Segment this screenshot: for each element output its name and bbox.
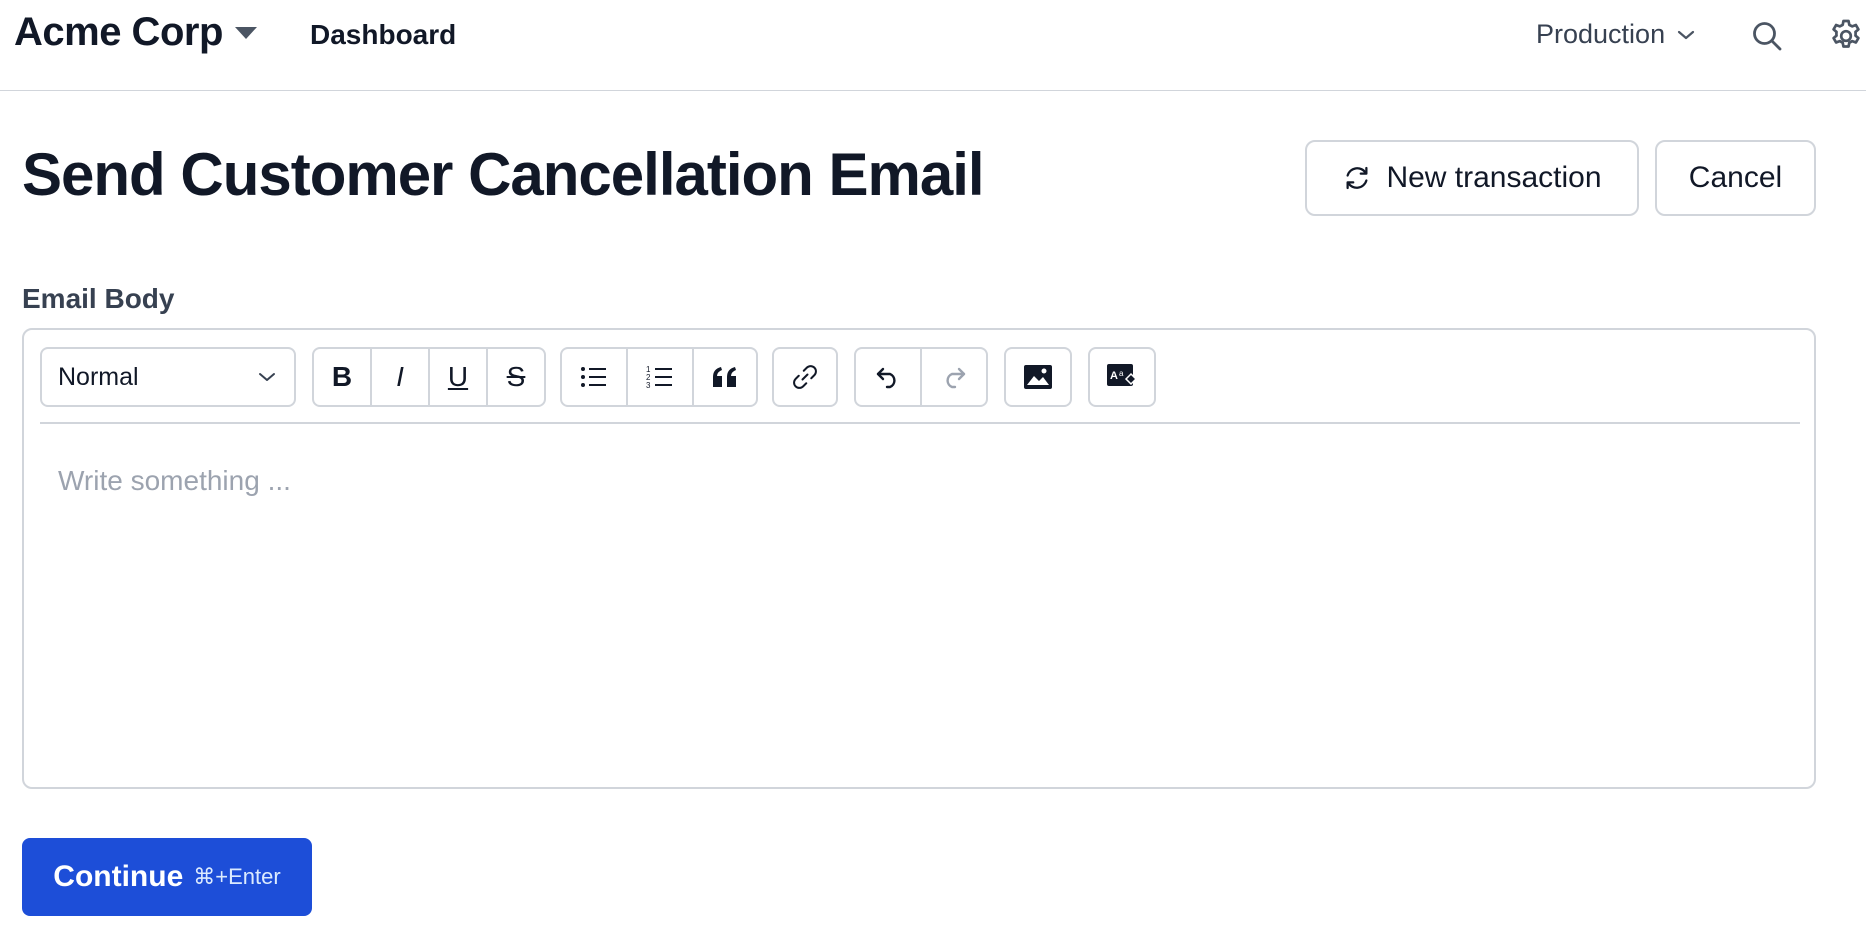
- numbered-list-button[interactable]: 1 2 3: [628, 349, 694, 405]
- numbered-list-icon: 1 2 3: [646, 365, 672, 390]
- email-body-editor[interactable]: [40, 430, 1800, 775]
- undo-icon: [876, 367, 896, 389]
- environment-label: Production: [1536, 19, 1666, 49]
- new-transaction-button[interactable]: New transaction: [1305, 140, 1639, 216]
- page-title: Send Customer Cancellation Email: [22, 141, 985, 208]
- chevron-down-icon: [259, 373, 275, 381]
- redo-button[interactable]: [922, 349, 986, 405]
- continue-label: Continue: [53, 860, 184, 893]
- history-group: [854, 347, 988, 407]
- rich-text-editor: Normal B I U S 1 2 3 A a Write something…: [22, 328, 1816, 789]
- image-icon: [1024, 365, 1052, 389]
- caret-down-icon: [234, 26, 257, 39]
- top-navigation-bar: Acme Corp Dashboard Production: [0, 0, 1866, 91]
- link-group: [772, 347, 838, 407]
- search-icon: [1753, 22, 1782, 51]
- block-format-group: 1 2 3: [560, 347, 758, 407]
- italic-button[interactable]: I: [372, 349, 430, 405]
- editor-toolbar: Normal B I U S 1 2 3 A a: [40, 347, 1800, 424]
- continue-button[interactable]: Continue ⌘+Enter: [22, 838, 312, 916]
- nav-dashboard-link[interactable]: Dashboard: [310, 19, 456, 51]
- gear-icon: [1832, 19, 1860, 48]
- blockquote-icon: [713, 367, 736, 387]
- link-icon: [793, 365, 817, 389]
- strikethrough-button[interactable]: S: [488, 349, 544, 405]
- search-button[interactable]: [1748, 17, 1786, 55]
- variable-group: A a: [1088, 347, 1156, 407]
- settings-button[interactable]: [1826, 16, 1866, 56]
- bullet-list-button[interactable]: [562, 349, 628, 405]
- org-switcher[interactable]: Acme Corp: [14, 10, 257, 55]
- inline-format-group: B I U S: [312, 347, 546, 407]
- org-name: Acme Corp: [14, 10, 223, 54]
- environment-selector[interactable]: Production: [1536, 19, 1695, 50]
- email-body-label: Email Body: [22, 283, 175, 314]
- continue-shortcut: ⌘+Enter: [193, 864, 281, 889]
- svg-text:a: a: [1119, 369, 1124, 378]
- chevron-down-icon: [1677, 30, 1695, 39]
- text-format-value: Normal: [58, 362, 139, 391]
- underline-button[interactable]: U: [430, 349, 488, 405]
- bullet-list-icon: [581, 367, 606, 387]
- link-button[interactable]: [774, 349, 836, 405]
- svg-text:3: 3: [646, 381, 651, 390]
- editor-placeholder: Write something ...: [58, 465, 291, 496]
- image-group: [1004, 347, 1072, 407]
- text-format-select[interactable]: Normal: [40, 347, 296, 407]
- refresh-icon: [1346, 166, 1368, 190]
- redo-icon: [946, 367, 966, 389]
- undo-button[interactable]: [856, 349, 922, 405]
- new-transaction-label: New transaction: [1386, 161, 1602, 194]
- cancel-button[interactable]: Cancel: [1655, 140, 1816, 216]
- insert-image-button[interactable]: [1006, 349, 1070, 405]
- bold-button[interactable]: B: [314, 349, 372, 405]
- variable-icon: A a: [1107, 364, 1138, 386]
- insert-variable-button[interactable]: A a: [1090, 349, 1154, 405]
- blockquote-button[interactable]: [694, 349, 756, 405]
- svg-text:A: A: [1110, 370, 1118, 382]
